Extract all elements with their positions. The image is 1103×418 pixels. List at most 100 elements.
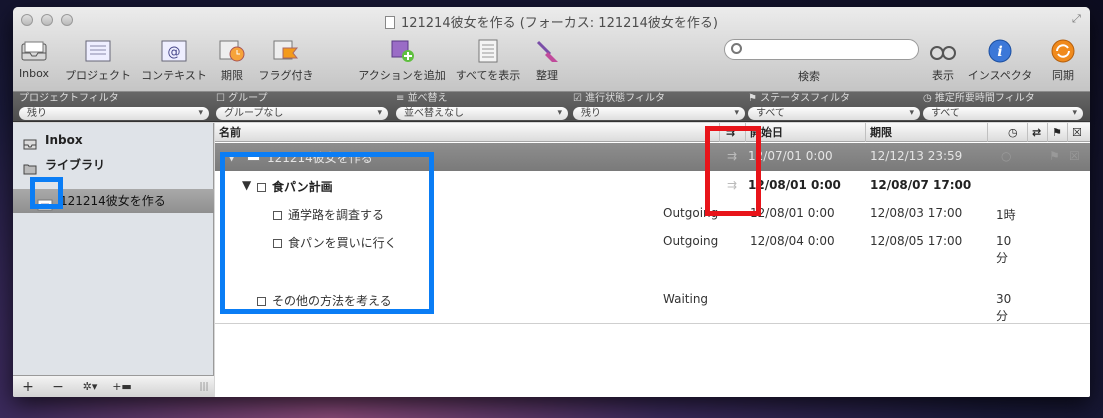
search-input[interactable] [724,39,919,60]
group-filter-label: ☐ グループ [216,93,268,104]
window-title-text: 121214彼女を作る (フォーカス: 121214彼女を作る) [400,16,719,31]
resize-handle-icon[interactable]: ||| [199,378,209,396]
column-repeat2-icon[interactable]: ⇄ [1028,123,1048,142]
info-icon: i [985,37,1015,65]
outline-view: 名前 ⇉ 開始日 期限 ◷ ⇄ ⚑ ☒ ▼ 121214彼女を作る ⇉ 12/0… [215,123,1090,397]
toolbar-projects-button[interactable]: プロジェクト [63,37,133,83]
row-due[interactable]: 12/08/07 17:00 [870,178,971,192]
toolbar-clean-up-label: 整理 [536,69,558,82]
column-note-icon[interactable]: ☒ [1068,123,1090,142]
remove-button[interactable]: − [49,378,67,396]
show-all-icon [473,37,503,65]
broom-icon [532,37,562,65]
toolbar-inspector-label: インスペクタ [967,69,1033,82]
row-duration[interactable]: 1時 [996,206,1016,223]
toolbar-contexts-button[interactable]: @ コンテキスト [139,37,209,83]
row-due[interactable]: 12/12/13 23:59 [870,149,962,163]
toolbar-flagged-label: フラグ付き [258,69,314,82]
svg-text:@: @ [168,45,181,60]
row-due[interactable]: 12/08/03 17:00 [870,206,962,220]
titlebar: 121214彼女を作る (フォーカス: 121214彼女を作る) ⤢ Inbox… [13,7,1090,92]
flag-small-icon: ⚑ [748,93,761,104]
group-filter-select[interactable]: グループなし [216,107,388,120]
contexts-at-icon: @ [159,37,189,65]
gear-icon[interactable]: ✲▾ [77,378,103,396]
folder-icon [23,159,37,175]
clock-icon: ◷ [923,93,935,104]
column-name[interactable]: 名前 [215,123,720,142]
toolbar-sync-label: 同期 [1052,69,1074,82]
group-filter[interactable]: ☐ グループ グループなし [216,93,388,120]
column-flag-icon[interactable]: ⚑ [1048,123,1068,142]
flag-row-icon[interactable]: ⚑ [1049,149,1060,163]
sidebar-item-library-label: ライブラリ [45,158,106,172]
toolbar-view-button[interactable]: 表示 [925,37,961,83]
progress-filter[interactable]: ☑ 進行状態フィルタ 残り [573,93,745,120]
sort-filter-label: ≡ 並べ替え [396,93,448,104]
status-filter-select[interactable]: すべて [748,107,920,120]
duration-filter[interactable]: ◷ 推定所要時間フィルタ すべて [923,93,1083,120]
row-duration[interactable]: 10 [996,234,1011,248]
fullscreen-icon[interactable]: ⤢ [1072,12,1084,25]
flag-icon [271,37,301,65]
checkbox-icon: ☑ [573,93,586,104]
progress-filter-label: ☑ 進行状態フィルタ [573,93,665,104]
add-button[interactable]: + [19,378,37,396]
row-context[interactable]: Outgoing [663,234,718,248]
sidebar-item-library[interactable]: ライブラリ [13,153,214,177]
sort-filter[interactable]: ≡ 並べ替え 並べ替えなし [396,93,568,120]
group-icon: ☐ [216,93,229,104]
toolbar-due-label: 期限 [221,69,243,82]
row-start[interactable]: 12/08/01 0:00 [748,178,841,192]
duration-filter-label: ◷ 推定所要時間フィルタ [923,93,1035,104]
inbox-tray-icon [19,37,49,65]
note-row-icon[interactable]: ☒ [1069,149,1080,163]
toolbar-add-action-button[interactable]: アクションを追加 [357,37,447,83]
progress-filter-select[interactable]: 残り [573,107,745,120]
toolbar-inspector-button[interactable]: i インスペクタ [965,37,1035,83]
status-circle-icon[interactable]: ○ [1001,149,1011,163]
toolbar-clean-up-button[interactable]: 整理 [529,37,565,83]
filter-bar: プロジェクトフィルタ 残り ☐ グループ グループなし ≡ 並べ替え 並べ替えな… [13,92,1090,122]
blue-highlight-box-sidebar [30,177,63,209]
search-icon [731,43,742,54]
row-start[interactable]: 12/08/04 0:00 [750,234,835,248]
toolbar-show-all-button[interactable]: すべてを表示 [453,37,523,83]
projects-icon [83,37,113,65]
add-folder-button[interactable]: +▬ [111,378,133,396]
row-context[interactable]: Waiting [663,292,708,306]
search-label: 検索 [798,70,820,83]
sort-filter-select[interactable]: 並べ替えなし [396,107,568,120]
alarm-clock-icon [217,37,247,65]
project-filter-label: プロジェクトフィルタ [19,93,119,104]
sidebar-toolbar: + − ✲▾ +▬ ||| [13,375,214,397]
project-filter-select[interactable]: 残り [19,107,209,120]
sync-icon [1048,37,1078,65]
blue-highlight-box [220,152,434,314]
column-clock-icon[interactable]: ◷ [998,123,1028,142]
row-duration[interactable]: 30 [996,292,1011,306]
row-due[interactable]: 12/08/05 17:00 [870,234,962,248]
toolbar-flagged-button[interactable]: フラグ付き [257,37,315,83]
column-start[interactable]: 開始日 [746,123,866,142]
row-start[interactable]: 12/08/01 0:00 [750,206,835,220]
document-icon [384,16,395,29]
toolbar-view-label: 表示 [932,69,954,82]
red-highlight-box [705,126,761,216]
toolbar-due-button[interactable]: 期限 [215,37,249,83]
duration-filter-select[interactable]: すべて [923,107,1083,120]
view-glasses-icon [928,37,958,65]
toolbar-add-action-label: アクションを追加 [358,69,446,82]
status-filter-label: ⚑ ステータスフィルタ [748,93,850,104]
app-window: 121214彼女を作る (フォーカス: 121214彼女を作る) ⤢ Inbox… [13,7,1090,397]
toolbar-projects-label: プロジェクト [65,69,131,82]
sort-icon: ≡ [396,93,408,104]
toolbar-inbox-button[interactable]: Inbox [17,37,51,80]
row-duration-unit: 分 [996,251,1009,265]
status-filter[interactable]: ⚑ ステータスフィルタ すべて [748,93,920,120]
project-filter[interactable]: プロジェクトフィルタ 残り [19,93,209,120]
toolbar-sync-button[interactable]: 同期 [1041,37,1085,83]
sidebar-item-inbox[interactable]: Inbox [13,128,214,152]
sidebar-item-project-label: 121214彼女を作る [60,194,166,208]
column-due[interactable]: 期限 [866,123,988,142]
